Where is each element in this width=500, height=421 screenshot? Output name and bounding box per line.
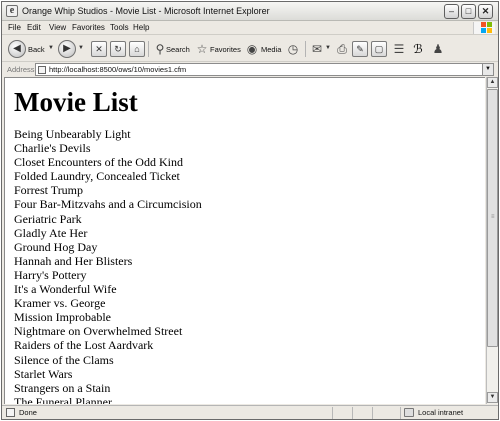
status-divider [372, 407, 373, 419]
messenger-icon[interactable]: ♟ [429, 40, 447, 58]
scroll-down-icon[interactable]: ▼ [487, 392, 498, 403]
scroll-up-icon[interactable]: ▲ [487, 77, 498, 88]
bluetooth-icon[interactable]: ℬ [409, 40, 427, 58]
movie-list-item: Forrest Trump [14, 183, 84, 198]
movie-list-item: Ground Hog Day [14, 239, 98, 254]
history-icon[interactable]: ◷ [284, 40, 302, 58]
movie-list-item: Hannah and Her Blisters [14, 253, 133, 268]
menu-tools[interactable]: Tools [110, 23, 129, 32]
title-bar[interactable]: e Orange Whip Studios - Movie List - Mic… [2, 2, 498, 21]
menu-help[interactable]: Help [133, 23, 149, 32]
favorites-button-label[interactable]: Favorites [210, 45, 241, 54]
movie-list-item: Kramer vs. George [14, 296, 106, 311]
status-divider [332, 407, 333, 419]
scrollbar-thumb[interactable]: ≡ [487, 89, 498, 347]
movie-list-item: Silence of the Clams [14, 352, 114, 367]
search-button-label[interactable]: Search [166, 45, 190, 54]
movie-list-item: Strangers on a Stain [14, 380, 111, 395]
movie-list-item: It's a Wonderful Wife [14, 282, 117, 297]
address-url[interactable]: http://localhost:8500/ows/10/movies1.cfm [49, 65, 186, 74]
page-done-icon [6, 408, 15, 417]
movie-list-item: Nightmare on Overwhelmed Street [14, 324, 183, 339]
address-label: Address [7, 65, 35, 74]
movie-list-item: Raiders of the Lost Aardvark [14, 338, 154, 353]
window-title: Orange Whip Studios - Movie List - Micro… [22, 6, 270, 16]
status-bar: Done Local intranet [2, 405, 498, 419]
scrollbar-grip-icon: ≡ [491, 214, 495, 220]
forward-arrow-icon[interactable]: ▶ [58, 40, 76, 58]
menu-bar: File Edit View Favorites Tools Help [2, 21, 498, 35]
menu-file[interactable]: File [8, 23, 21, 32]
close-button[interactable]: ✕ [478, 4, 493, 19]
back-button-label[interactable]: Back [28, 45, 45, 54]
movie-list-item: Mission Improbable [14, 310, 111, 325]
ie-page-icon: e [6, 5, 18, 17]
movie-list-item: Geriatric Park [14, 211, 82, 226]
security-zone: Local intranet [418, 408, 464, 417]
movie-list-item: Folded Laundry, Concealed Ticket [14, 169, 180, 184]
movie-list-item: Harry's Pottery [14, 267, 87, 282]
page-content: Movie List Being Unbearably Light Charlie… [4, 77, 485, 404]
mail-dropdown-icon[interactable]: ▼ [325, 45, 331, 51]
home-icon[interactable]: ⌂ [129, 41, 145, 57]
minimize-button[interactable]: – [444, 4, 459, 19]
print-icon[interactable]: ⎙ [333, 40, 351, 58]
movie-list-item: The Funeral Planner [14, 394, 112, 404]
menu-edit[interactable]: Edit [27, 23, 41, 32]
status-divider [352, 407, 353, 419]
page-icon [38, 66, 46, 74]
movie-list-item: Starlet Wars [14, 366, 73, 381]
movie-list: Being Unbearably Light Charlie's Devils Cl… [14, 127, 202, 404]
address-dropdown-icon[interactable]: ▼ [482, 64, 493, 75]
favorites-star-icon[interactable]: ☆ [193, 40, 211, 58]
movie-list-item: Four Bar-Mitzvahs and a Circumcision [14, 197, 202, 212]
movie-list-item: Closet Encounters of the Odd Kind [14, 155, 183, 170]
windows-logo-icon [473, 22, 495, 34]
discuss-icon[interactable]: ▢ [371, 41, 387, 57]
stop-icon[interactable]: ✕ [91, 41, 107, 57]
movie-list-item: Charlie's Devils [14, 141, 91, 156]
maximize-button[interactable]: □ [461, 4, 476, 19]
toolbar: ◀ Back ▼ ▶ ▼ ✕ ↻ ⌂ ⚲ Search ☆ Favorites … [2, 36, 498, 62]
status-text: Done [19, 408, 37, 417]
movie-list-item: Gladly Ate Her [14, 225, 88, 240]
media-icon[interactable]: ◉ [243, 40, 261, 58]
back-arrow-icon[interactable]: ◀ [8, 40, 26, 58]
vertical-scrollbar[interactable]: ▲ ≡ ▼ [486, 77, 498, 404]
refresh-icon[interactable]: ↻ [110, 41, 126, 57]
edit-icon[interactable]: ✎ [352, 41, 368, 57]
page-title: Movie List [14, 87, 138, 117]
status-divider [400, 407, 401, 419]
address-input[interactable]: http://localhost:8500/ows/10/movies1.cfm… [35, 63, 494, 76]
toolbar-separator [148, 41, 149, 57]
back-dropdown-icon[interactable]: ▼ [48, 45, 54, 51]
browser-window: e Orange Whip Studios - Movie List - Mic… [1, 1, 499, 420]
movie-list-item: Being Unbearably Light [14, 127, 131, 141]
forward-dropdown-icon[interactable]: ▼ [78, 45, 84, 51]
media-button-label[interactable]: Media [261, 45, 281, 54]
address-bar: Address http://localhost:8500/ows/10/mov… [2, 63, 498, 76]
research-icon[interactable]: ☰ [390, 40, 408, 58]
intranet-icon [404, 408, 414, 417]
mail-icon[interactable]: ✉ [308, 40, 326, 58]
menu-favorites[interactable]: Favorites [72, 23, 105, 32]
menu-view[interactable]: View [49, 23, 66, 32]
toolbar-separator [305, 41, 306, 57]
